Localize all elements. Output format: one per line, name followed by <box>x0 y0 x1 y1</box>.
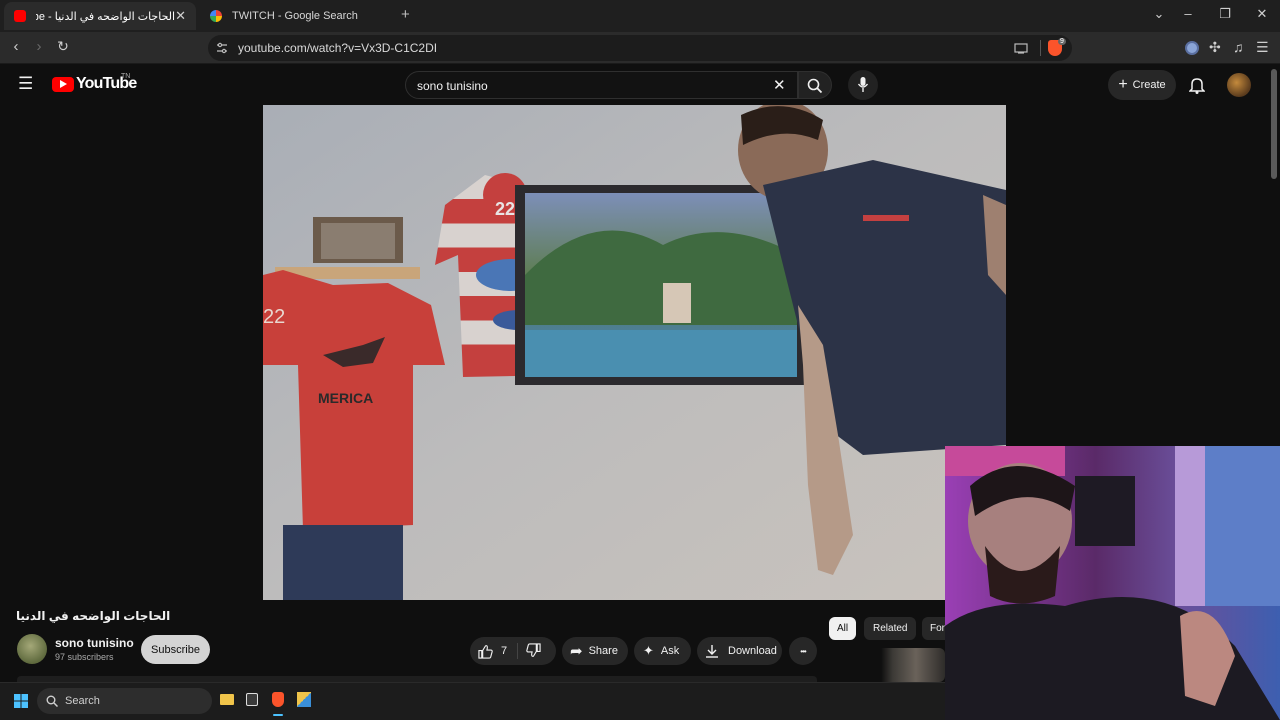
forward-icon[interactable]: › <box>29 38 49 55</box>
country-code: TN <box>121 73 131 80</box>
youtube-favicon-icon <box>14 10 26 22</box>
back-icon[interactable]: ‹ <box>6 38 26 55</box>
tab-title: الحاجات الواضحه في الدنيا - YouTube <box>36 10 176 23</box>
chip-for-you[interactable]: For <box>922 617 945 640</box>
tab-youtube[interactable]: الحاجات الواضحه في الدنيا - YouTube ✕ <box>4 2 196 30</box>
more-actions-button[interactable]: ••• <box>789 637 817 665</box>
guide-menu-icon[interactable]: ☰ <box>18 74 33 94</box>
like-dislike-group: 7 <box>470 637 556 665</box>
tab-google-search[interactable]: TWITCH - Google Search <box>200 2 392 30</box>
brave-browser-icon[interactable] <box>272 692 284 707</box>
search-box[interactable]: sono tunisino ✕ <box>405 71 798 99</box>
shirt-number-right: 22 <box>495 199 515 219</box>
like-button[interactable]: 7 <box>470 637 516 665</box>
thumbs-down-icon <box>526 643 541 657</box>
search-icon <box>46 695 58 707</box>
share-label: Share <box>588 645 618 657</box>
notifications-bell-icon[interactable] <box>1189 76 1205 94</box>
media-icon[interactable]: ♫ <box>1233 39 1244 55</box>
store-icon[interactable] <box>246 693 258 706</box>
download-button[interactable]: Download <box>697 637 782 665</box>
reader-mode-icon[interactable] <box>1014 43 1028 54</box>
subscriber-count: 97 subscribers <box>55 652 114 662</box>
chip-related[interactable]: Related <box>864 617 917 640</box>
menu-icon[interactable]: ☰ <box>1256 39 1269 56</box>
voice-search-button[interactable] <box>848 70 878 100</box>
browser-toolbar: ‹ › ↻ youtube.com/watch?v=Vx3D-C1C2DI 9 … <box>0 32 1280 64</box>
close-tab-icon[interactable]: ✕ <box>175 8 186 24</box>
browser-tab-strip: الحاجات الواضحه في الدنيا - YouTube ✕ TW… <box>0 0 1280 32</box>
account-avatar[interactable] <box>1227 73 1251 97</box>
download-icon <box>706 645 718 658</box>
google-favicon-icon <box>210 10 222 22</box>
webcam-feed <box>945 446 1280 720</box>
taskbar-search-box[interactable]: Search <box>37 688 212 714</box>
channel-name[interactable]: sono tunisino <box>55 636 134 650</box>
microphone-icon <box>857 77 869 92</box>
sparkle-icon: ✦ <box>643 643 654 658</box>
profile-extension-icon[interactable] <box>1185 41 1199 55</box>
ask-button[interactable]: ✦ Ask <box>634 637 691 665</box>
shields-count-badge: 9 <box>1058 38 1066 45</box>
like-count: 7 <box>501 645 508 657</box>
share-icon: ➦ <box>570 643 583 660</box>
dislike-button[interactable] <box>526 643 541 661</box>
minimize-icon[interactable]: – <box>1178 6 1198 21</box>
plus-icon: + <box>1118 76 1128 93</box>
shirt-text: MERICA <box>318 390 373 406</box>
site-info-icon[interactable] <box>216 42 228 54</box>
clear-search-icon[interactable]: ✕ <box>773 76 786 94</box>
tab-search-icon[interactable]: ⌄ <box>1149 6 1169 22</box>
scrollbar-thumb[interactable] <box>1271 69 1277 179</box>
active-app-indicator <box>273 714 283 716</box>
video-player[interactable]: 22 MERICA 22 <box>263 105 1006 600</box>
taskbar-search-placeholder: Search <box>65 695 100 707</box>
video-frame: 22 MERICA 22 <box>263 105 1006 600</box>
chip-all[interactable]: All <box>829 617 857 640</box>
thumbs-up-icon <box>478 644 493 659</box>
related-video-thumbnail[interactable] <box>829 648 945 682</box>
youtube-header: ☰ YouTube TN sono tunisino ✕ + Create <box>0 65 1268 105</box>
app-icon[interactable] <box>297 692 311 707</box>
shirt-number-left: 22 <box>263 306 285 328</box>
new-tab-button[interactable]: + <box>401 6 410 23</box>
search-input[interactable]: sono tunisino <box>417 79 488 93</box>
search-icon <box>807 78 823 94</box>
windows-taskbar: Search <box>0 682 945 720</box>
video-title: الحاجات الواضحه في الدنيا <box>16 609 171 623</box>
ask-label: Ask <box>660 645 680 657</box>
maximize-icon[interactable]: ❐ <box>1215 6 1235 22</box>
address-bar[interactable]: youtube.com/watch?v=Vx3D-C1C2DI 9 <box>208 35 1072 61</box>
share-button[interactable]: ➦ Share <box>562 637 628 665</box>
close-window-icon[interactable]: ✕ <box>1252 6 1272 22</box>
search-button[interactable] <box>798 71 832 99</box>
tab-title: TWITCH - Google Search <box>232 10 358 22</box>
download-label: Download <box>728 645 777 657</box>
url-text: youtube.com/watch?v=Vx3D-C1C2DI <box>238 41 438 55</box>
create-button[interactable]: + Create <box>1108 70 1176 100</box>
webcam-overlay <box>945 446 1280 720</box>
create-label: Create <box>1132 79 1166 91</box>
subscribe-button[interactable]: Subscribe <box>141 635 210 664</box>
channel-avatar[interactable] <box>17 634 47 664</box>
divider <box>517 643 518 659</box>
extensions-icon[interactable]: ✣ <box>1209 39 1221 56</box>
reload-icon[interactable]: ↻ <box>53 38 73 55</box>
file-explorer-icon[interactable] <box>220 694 234 705</box>
divider <box>1040 40 1041 56</box>
youtube-logo-icon[interactable] <box>52 77 74 92</box>
windows-start-icon[interactable] <box>14 694 28 708</box>
